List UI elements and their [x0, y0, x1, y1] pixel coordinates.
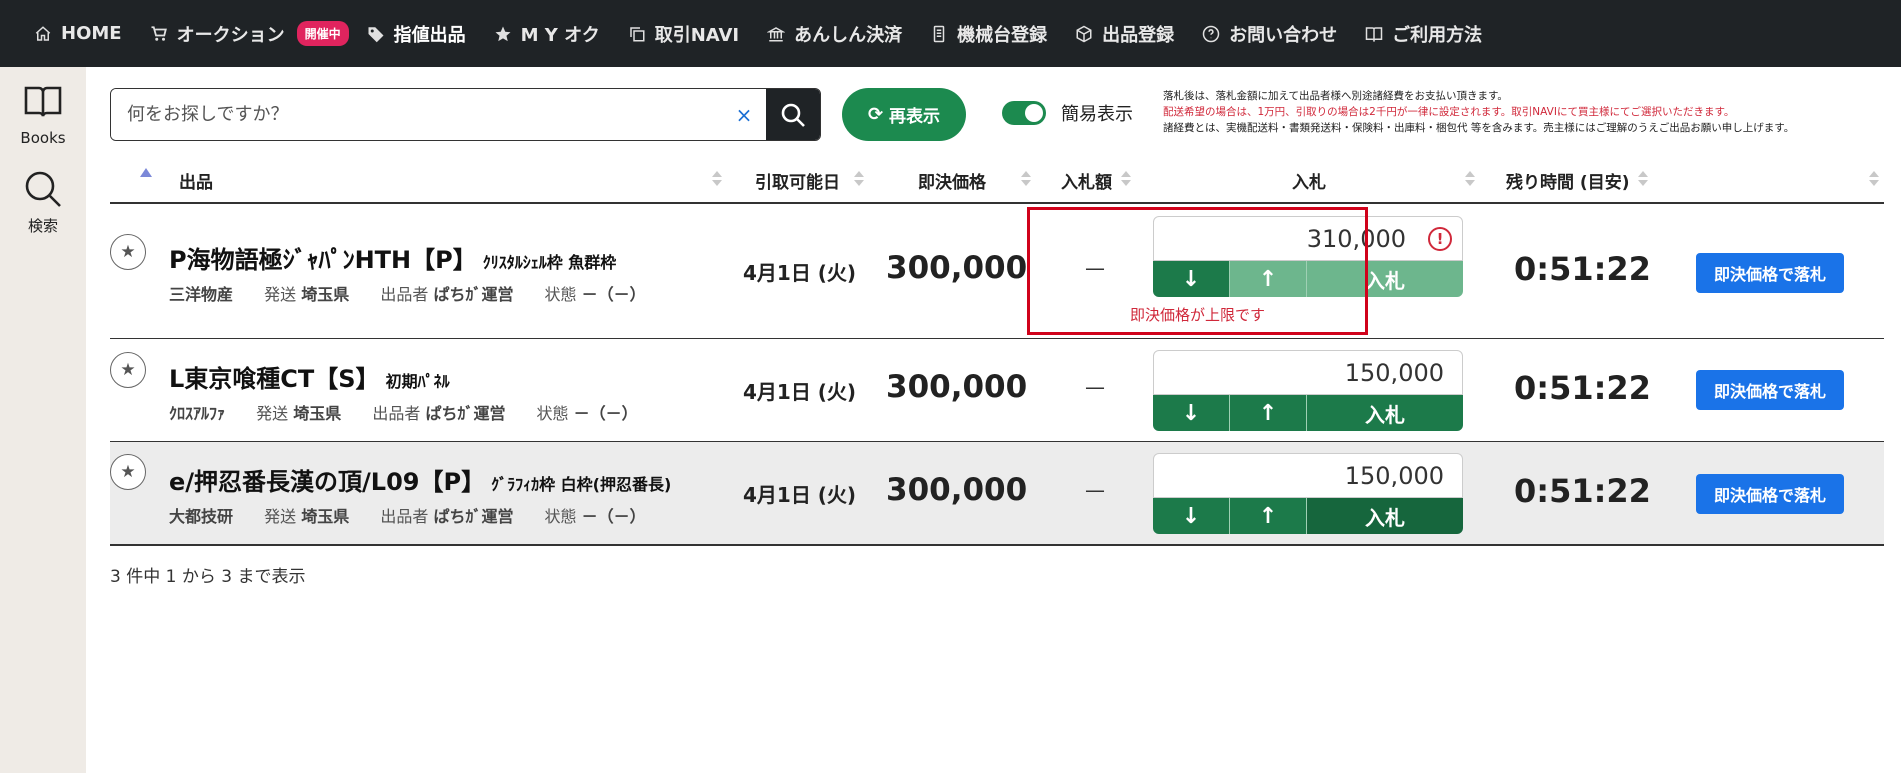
bid-decrease-button[interactable]: ↓: [1153, 395, 1230, 431]
sidebar-label-search: 検索: [27, 217, 58, 235]
item-meta: 大都技研 発送 埼玉県 出品者 ぱちｶﾞ運営 状態 －（－）: [169, 507, 646, 526]
pickup-date: 4月1日 (火): [743, 483, 857, 507]
header-bid-amount[interactable]: 入札額: [1061, 168, 1112, 193]
header-buynow-price[interactable]: 即決価格: [918, 168, 986, 193]
remaining-time: 0:51:22: [1514, 472, 1651, 510]
nav-home[interactable]: HOME: [34, 23, 122, 44]
pickup-date: 4月1日 (火): [743, 261, 857, 285]
sort-icon[interactable]: [1021, 168, 1031, 190]
favorite-star-icon[interactable]: ★: [110, 234, 146, 270]
header-pickup-date[interactable]: 引取可能日: [755, 168, 840, 193]
header-item[interactable]: 出品: [179, 168, 213, 193]
tag-icon: [368, 26, 384, 42]
bid-increase-button[interactable]: ↑: [1230, 395, 1307, 431]
bid-increase-button[interactable]: ↑: [1230, 498, 1307, 534]
item-title: P海物語極ｼﾞｬﾊﾟﾝHTH【P】 ｸﾘｽﾀﾙｼｪﾙ枠 魚群枠: [169, 246, 617, 274]
favorite-star-icon[interactable]: ★: [110, 454, 146, 490]
simple-view-label: 簡易表示: [1061, 104, 1133, 125]
bid-amount: —: [1085, 478, 1105, 502]
pickup-date: 4月1日 (火): [743, 380, 857, 404]
simple-view-toggle[interactable]: [1002, 101, 1046, 125]
live-badge: 開催中: [296, 21, 349, 46]
book-open-icon: [24, 86, 62, 117]
bid-input[interactable]: 150,000: [1153, 350, 1463, 395]
bid-input[interactable]: 150,000: [1153, 453, 1463, 498]
table-row: ★ P海物語極ｼﾞｬﾊﾟﾝHTH【P】 ｸﾘｽﾀﾙｼｪﾙ枠 魚群枠 三洋物産 発送…: [110, 204, 1884, 339]
sort-icon[interactable]: [1121, 168, 1131, 190]
notice-line-2: 配送希望の場合は、1万円、引取りの場合は2千円が一律に設定されます。取引NAVI…: [1163, 106, 1735, 118]
bank-icon: [767, 26, 786, 41]
bid-submit-button[interactable]: 入札: [1307, 395, 1463, 431]
search-icon: [25, 171, 61, 207]
sidebar-label-books: Books: [20, 129, 66, 147]
item-meta: 三洋物産 発送 埼玉県 出品者 ぱちｶﾞ運営 状態 －（－）: [169, 285, 646, 304]
sort-asc-icon[interactable]: [140, 168, 152, 177]
header-bid[interactable]: 入札: [1292, 168, 1326, 193]
nav-my-auction[interactable]: M Y オク: [494, 21, 600, 47]
item-title: L東京喰種CT【S】 初期ﾊﾟﾈﾙ: [169, 365, 450, 393]
copy-icon: [629, 26, 645, 41]
nav-listing-register[interactable]: 出品登録: [1075, 21, 1174, 47]
sort-icon[interactable]: [854, 168, 864, 190]
notice-line-1: 落札後は、落札金額に加えて出品者様へ別途諸経費をお支払い頂きます。: [1163, 90, 1508, 102]
search-button[interactable]: [766, 89, 820, 140]
bid-submit-button[interactable]: 入札: [1307, 498, 1463, 534]
nav-safe-payment[interactable]: あんしん決済: [767, 21, 902, 47]
home-icon: [35, 25, 51, 41]
nav-machine-register[interactable]: 機械台登録: [930, 21, 1047, 47]
nav-auction[interactable]: オークション: [150, 21, 285, 47]
item-meta: ｸﾛｽｱﾙﾌｧ 発送 埼玉県 出品者 ぱちｶﾞ運営 状態 －（－）: [169, 404, 638, 423]
cart-icon: [151, 25, 167, 41]
table-row: ★ L東京喰種CT【S】 初期ﾊﾟﾈﾙ ｸﾛｽｱﾙﾌｧ 発送 埼玉県 出品者 ぱち…: [110, 339, 1884, 442]
buynow-price: 300,000: [886, 250, 1028, 286]
buynow-price: 300,000: [886, 472, 1028, 508]
sort-icon[interactable]: [712, 168, 722, 190]
sidebar-item-books[interactable]: Books: [0, 67, 86, 147]
remaining-time: 0:51:22: [1514, 250, 1651, 288]
item-title: e/押忍番長漢の頂/L09【P】 ｸﾞﾗﾌｨｶ枠 白枠(押忍番長): [169, 468, 672, 496]
bid-error-message: 即決価格が上限です: [1129, 306, 1265, 324]
bid-control: 150,000 ↓ ↑ 入札: [1153, 453, 1463, 534]
error-icon: !: [1428, 226, 1452, 251]
fee-notice: 落札後は、落札金額に加えて出品者様へ別途諸経費をお支払い頂きます。 配送希望の場…: [1163, 88, 1883, 136]
clear-search-button[interactable]: ×: [722, 89, 766, 140]
search-box: ×: [110, 88, 821, 141]
bid-amount: —: [1085, 375, 1105, 399]
nav-trade-navi[interactable]: 取引NAVI: [628, 21, 739, 47]
header-remaining-time[interactable]: 残り時間 (目安): [1506, 168, 1629, 193]
notice-line-3: 諸経費とは、実機配送料・書類発送料・保険料・出庫料・梱包代 等を含みます。売主様…: [1163, 122, 1795, 134]
sort-icon[interactable]: [1869, 168, 1879, 190]
favorite-star-icon[interactable]: ★: [110, 352, 146, 388]
toggle-knob: [1025, 104, 1043, 122]
buy-now-button[interactable]: 即決価格で落札: [1696, 474, 1844, 514]
box-icon: [1076, 25, 1092, 42]
star-icon: [495, 26, 511, 41]
search-input[interactable]: [111, 89, 722, 140]
result-count: 3 件中 1 から 3 まで表示: [110, 567, 306, 587]
table-row: ★ e/押忍番長漢の頂/L09【P】 ｸﾞﾗﾌｨｶ枠 白枠(押忍番長) 大都技研 …: [110, 442, 1884, 546]
remaining-time: 0:51:22: [1514, 369, 1651, 407]
buy-now-button[interactable]: 即決価格で落札: [1696, 370, 1844, 410]
search-icon: [781, 103, 805, 127]
buy-now-button[interactable]: 即決価格で落札: [1696, 253, 1844, 293]
bid-control: 150,000 ↓ ↑ 入札: [1153, 350, 1463, 431]
table-header: 出品 引取可能日 即決価格 入札額 入札 残り時間 (目安): [110, 160, 1884, 204]
sidebar: Books 検索: [0, 67, 86, 773]
refresh-icon: ⟳: [867, 104, 884, 125]
top-nav: HOME オークション 開催中 指値出品 M Y オク 取引NAVI あんしん決…: [0, 0, 1901, 67]
sort-icon[interactable]: [1465, 168, 1475, 190]
sort-icon[interactable]: [1638, 168, 1648, 190]
sidebar-item-search[interactable]: 検索: [0, 147, 86, 236]
nav-limit-listing[interactable]: 指値出品: [367, 21, 466, 47]
nav-contact[interactable]: お問い合わせ: [1202, 21, 1337, 47]
refresh-button[interactable]: ⟳ 再表示: [842, 88, 966, 141]
help-icon: [1202, 25, 1220, 42]
book-icon: [1365, 26, 1383, 42]
nav-how-to-use[interactable]: ご利用方法: [1365, 21, 1482, 47]
bid-decrease-button[interactable]: ↓: [1153, 498, 1230, 534]
machine-icon: [933, 25, 945, 42]
buynow-price: 300,000: [886, 369, 1028, 405]
